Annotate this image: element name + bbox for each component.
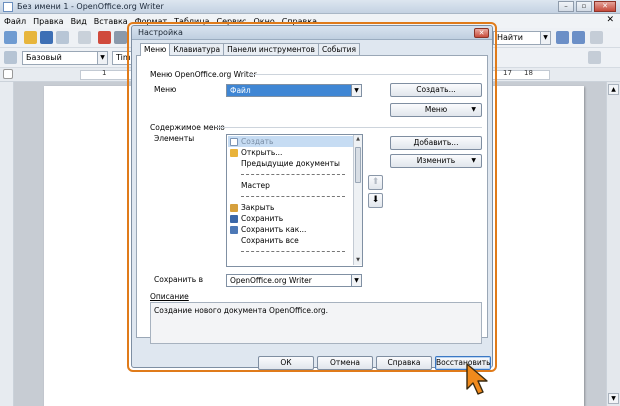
menu-separator[interactable]: [241, 174, 345, 175]
styles-icon[interactable]: [4, 51, 17, 64]
add-button[interactable]: Добавить...: [390, 136, 482, 150]
description-text: Создание нового документа OpenOffice.org…: [154, 306, 329, 315]
chevron-down-icon: ▼: [471, 106, 476, 113]
paragraph-style-combo[interactable]: Базовый ▼: [22, 51, 108, 65]
app-titlebar: Без имени 1 - OpenOffice.org Writer – ▫ …: [0, 0, 620, 14]
arrow-up-icon: ⬆: [371, 177, 380, 187]
list-item[interactable]: Предыдущие документы: [228, 158, 353, 169]
list-scrollbar[interactable]: ▲ ▼: [353, 135, 362, 265]
menu-items-list[interactable]: Создать Открыть... Предыдущие документы …: [226, 134, 363, 267]
help-button[interactable]: Справка: [376, 356, 432, 370]
new-icon[interactable]: [4, 31, 17, 44]
scroll-thumb[interactable]: [355, 147, 361, 183]
mouse-pointer-icon: [466, 363, 488, 395]
list-item[interactable]: Мастер: [228, 180, 353, 191]
tab-menu[interactable]: Меню: [140, 43, 171, 56]
vertical-scrollbar[interactable]: ▲ ▼: [606, 82, 620, 406]
list-item[interactable]: Создать: [228, 136, 353, 147]
vertical-ruler: [0, 82, 14, 406]
menu-view[interactable]: Вид: [71, 17, 87, 26]
toolbar-options-icon[interactable]: [590, 31, 603, 44]
close-document-icon[interactable]: ✕: [606, 15, 614, 25]
open-icon[interactable]: [24, 31, 37, 44]
chevron-down-icon[interactable]: ▼: [97, 52, 107, 64]
window-controls: – ▫ ✕: [558, 1, 616, 12]
menu-group-title: Меню OpenOffice.org Writer: [150, 70, 257, 79]
list-item[interactable]: Открыть...: [228, 147, 353, 158]
find-field[interactable]: Найти ▼: [493, 31, 551, 45]
menu-file[interactable]: Файл: [4, 17, 26, 26]
app-title: Без имени 1 - OpenOffice.org Writer: [17, 2, 164, 11]
find-previous-icon[interactable]: [572, 31, 585, 44]
tab-stop-icon[interactable]: [3, 69, 13, 79]
ruler-mark: 1: [102, 69, 107, 77]
close-window-icon[interactable]: ✕: [594, 1, 616, 12]
toolbar-options-icon[interactable]: [588, 51, 601, 64]
list-item[interactable]: Сохранить все: [228, 235, 353, 246]
dialog-close-icon[interactable]: ✕: [474, 28, 489, 38]
menu-options-button[interactable]: Меню ▼: [390, 103, 482, 117]
open-folder-icon: [230, 149, 238, 157]
save-in-label: Сохранить в: [154, 275, 203, 284]
save-in-select[interactable]: OpenOffice.org Writer ▼: [226, 274, 362, 287]
minimize-icon[interactable]: –: [558, 1, 574, 12]
dialog-titlebar: Настройка ✕: [132, 26, 492, 40]
maximize-icon[interactable]: ▫: [576, 1, 592, 12]
description-label: Описание: [150, 292, 189, 301]
close-document-icon: [230, 204, 238, 212]
tab-events[interactable]: События: [317, 43, 361, 55]
save-icon: [230, 215, 238, 223]
chevron-down-icon[interactable]: ▼: [351, 275, 361, 286]
list-item[interactable]: Сохранить: [228, 213, 353, 224]
menu-tab-panel: Меню OpenOffice.org Writer Меню Файл ▼ С…: [136, 55, 488, 344]
ruler-mark: 17: [503, 69, 512, 77]
export-pdf-icon[interactable]: [98, 31, 111, 44]
scroll-down-icon[interactable]: ▼: [354, 256, 362, 265]
writer-app-icon: [3, 2, 13, 12]
customize-dialog: Настройка ✕ Меню Клавиатура Панели инстр…: [131, 25, 493, 370]
menu-edit[interactable]: Правка: [33, 17, 63, 26]
chevron-down-icon[interactable]: ▼: [351, 85, 361, 96]
move-down-button[interactable]: ⬇: [368, 193, 383, 208]
ok-button[interactable]: ОК: [258, 356, 314, 370]
print-icon[interactable]: [114, 31, 127, 44]
find-next-icon[interactable]: [556, 31, 569, 44]
description-box: Создание нового документа OpenOffice.org…: [150, 302, 482, 344]
list-item[interactable]: Закрыть: [228, 202, 353, 213]
save-icon[interactable]: [40, 31, 53, 44]
menu-separator[interactable]: [241, 196, 345, 197]
create-menu-button[interactable]: Создать...: [390, 83, 482, 97]
modify-button[interactable]: Изменить ▼: [390, 154, 482, 168]
menu-insert[interactable]: Вставка: [94, 17, 128, 26]
arrow-down-icon: ⬇: [371, 195, 380, 205]
cancel-button[interactable]: Отмена: [317, 356, 373, 370]
new-document-icon: [230, 138, 238, 146]
chevron-down-icon[interactable]: ▼: [540, 32, 550, 44]
tab-keyboard[interactable]: Клавиатура: [169, 43, 225, 55]
scroll-up-icon[interactable]: ▲: [608, 84, 619, 95]
scroll-down-icon[interactable]: ▼: [608, 393, 619, 404]
group-divider: [217, 127, 482, 128]
move-up-button[interactable]: ⬆: [368, 175, 383, 190]
edit-file-icon[interactable]: [78, 31, 91, 44]
chevron-down-icon: ▼: [471, 157, 476, 164]
scroll-up-icon[interactable]: ▲: [354, 135, 362, 144]
ruler-mark: 18: [524, 69, 533, 77]
menu-separator[interactable]: [241, 251, 345, 252]
list-item[interactable]: Сохранить как...: [228, 224, 353, 235]
elements-label: Элементы: [154, 134, 195, 143]
save-as-icon: [230, 226, 238, 234]
menu-label: Меню: [154, 85, 177, 94]
dialog-title: Настройка: [138, 28, 183, 37]
tab-toolbars[interactable]: Панели инструментов: [223, 43, 319, 55]
dialog-tabs: Меню Клавиатура Панели инструментов Собы…: [140, 43, 361, 56]
mail-icon[interactable]: [56, 31, 69, 44]
content-group-title: Содержимое меню: [150, 123, 225, 132]
menu-select[interactable]: Файл ▼: [226, 84, 362, 97]
group-divider: [249, 74, 482, 75]
